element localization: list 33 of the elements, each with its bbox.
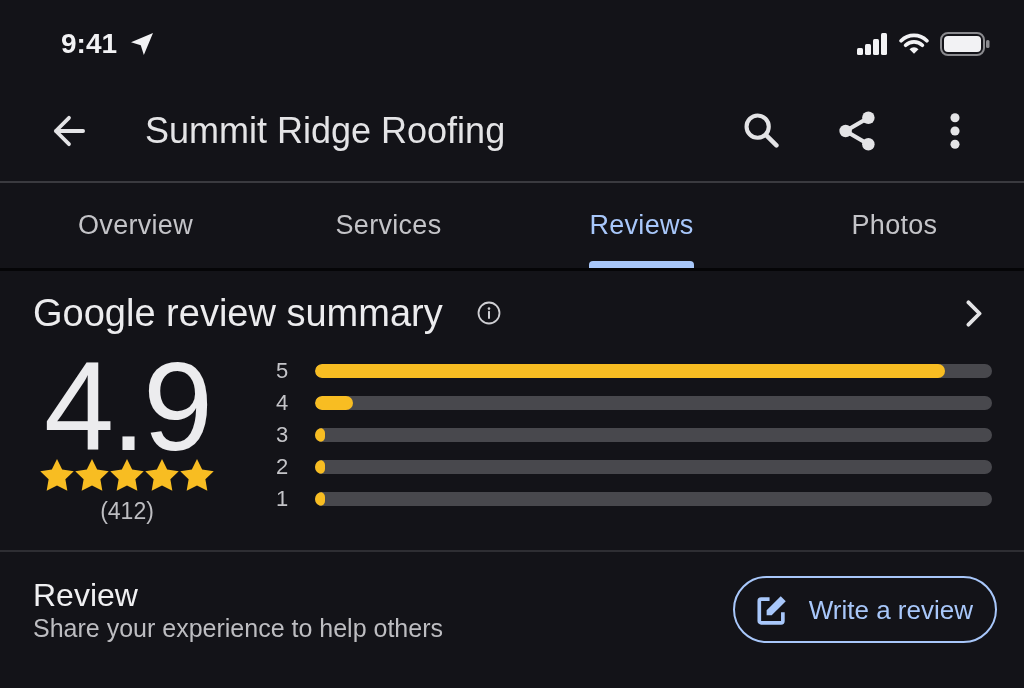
edit-icon — [756, 594, 787, 625]
section-title: Review — [33, 576, 139, 613]
location-arrow-icon — [131, 33, 154, 55]
share-icon[interactable] — [839, 110, 875, 151]
star-icon — [110, 459, 144, 491]
rating-label: 5 — [274, 358, 290, 384]
tab[interactable]: Services — [332, 183, 445, 268]
rating-label: 2 — [274, 454, 290, 480]
info-icon[interactable] — [476, 301, 501, 325]
search-icon[interactable] — [744, 113, 779, 148]
review-count: (412) — [100, 498, 154, 524]
star-icon — [145, 459, 179, 491]
star-icon — [75, 459, 109, 491]
rating-label: 4 — [274, 390, 290, 416]
section-title: Google review summary — [33, 291, 443, 335]
battery-icon — [940, 32, 990, 56]
tab[interactable]: Reviews — [586, 183, 697, 268]
tab[interactable]: Photos — [848, 183, 941, 268]
average-rating: 4.9 — [43, 355, 211, 459]
star-icon — [40, 459, 74, 491]
section-subtitle: Share your experience to help others — [33, 612, 443, 643]
status-time: 9:41 — [61, 28, 118, 60]
tab[interactable]: Overview — [75, 183, 196, 268]
rating-label: 1 — [274, 486, 290, 512]
chevron-right-icon[interactable] — [966, 299, 982, 327]
wifi-icon — [899, 33, 929, 55]
star-icon — [180, 459, 214, 491]
rating-label: 3 — [274, 422, 290, 448]
back-arrow-icon[interactable] — [53, 114, 85, 147]
page-title: Summit Ridge Roofing — [145, 108, 506, 153]
signal-icon — [856, 33, 888, 55]
more-options-icon[interactable] — [950, 112, 960, 149]
write-review-button[interactable]: Write a review — [732, 576, 997, 643]
